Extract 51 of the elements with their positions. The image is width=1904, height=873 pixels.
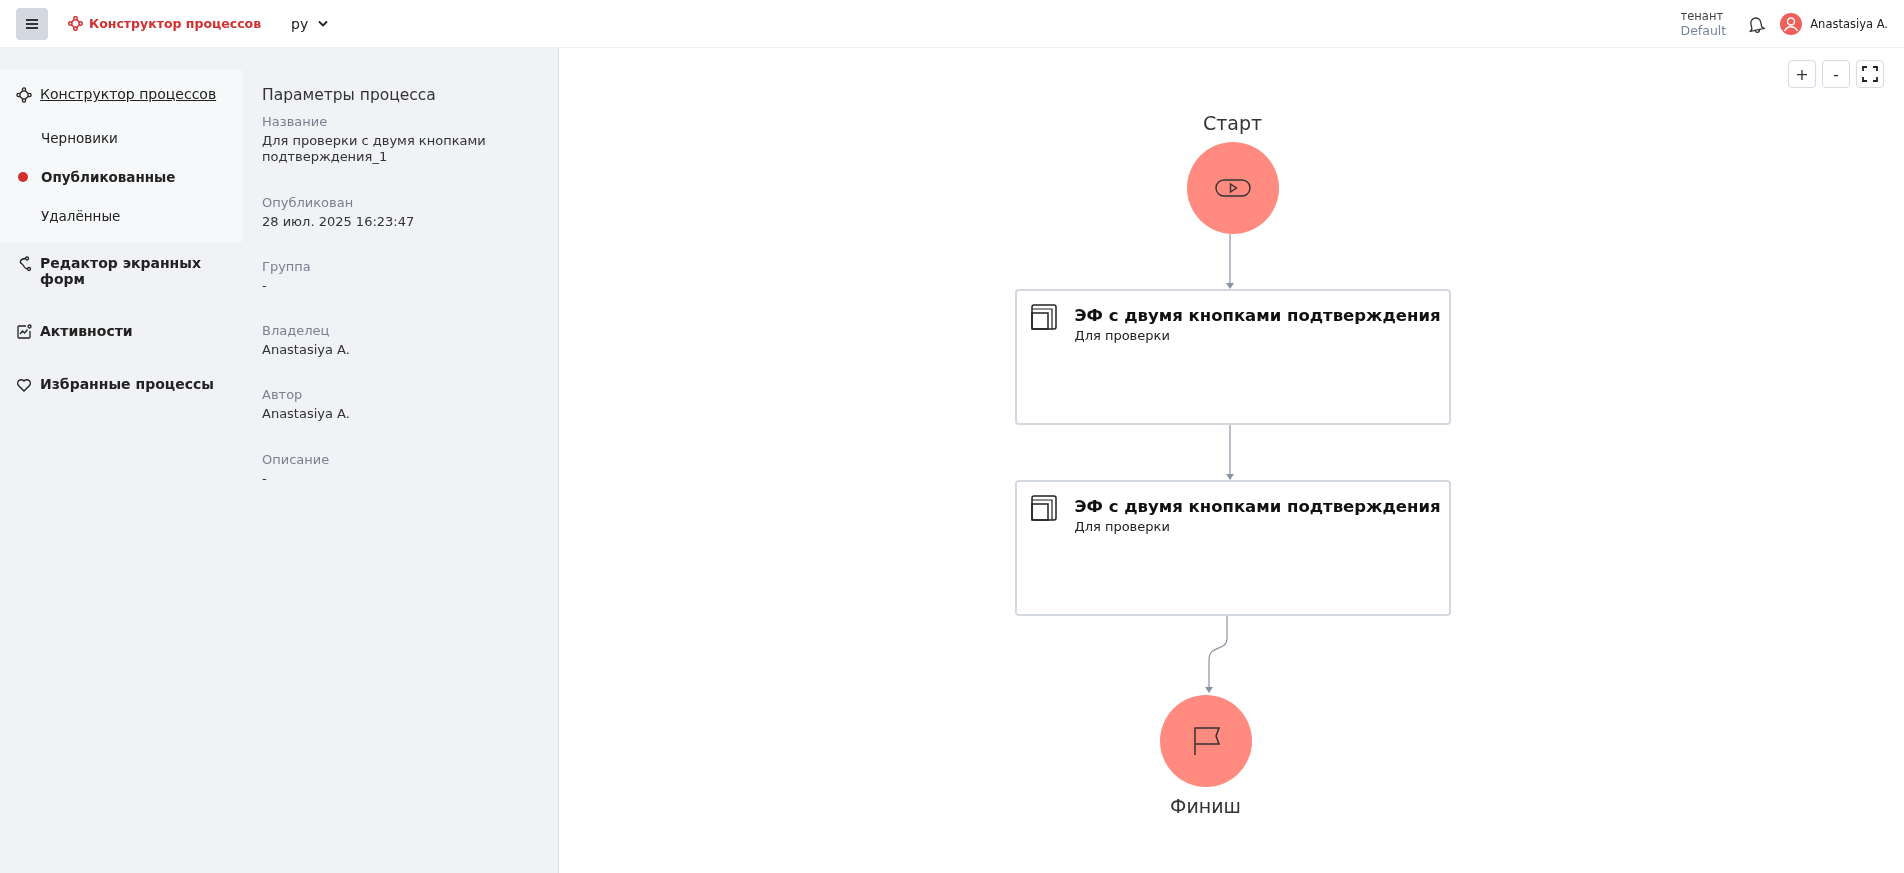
- task-subtitle: Для проверки: [1074, 519, 1171, 534]
- sidebar-item[interactable]: Конструктор процессов: [0, 70, 242, 119]
- zoom-in-button[interactable]: +: [1788, 60, 1816, 88]
- field-value: Anastasiya A.: [262, 342, 351, 359]
- fullscreen-button[interactable]: [1856, 60, 1884, 88]
- sidebar-subitem[interactable]: Черновики: [0, 119, 242, 158]
- field-label: Опубликован: [262, 194, 355, 210]
- tenant-value: Default: [1680, 23, 1727, 38]
- connector-arrow: [1223, 425, 1236, 480]
- app-title-link[interactable]: Конструктор процессов: [68, 16, 262, 31]
- task-subtitle: Для проверки: [1074, 328, 1171, 343]
- sidebar-item[interactable]: Редактор экранных форм: [0, 244, 242, 298]
- activity-icon: [16, 324, 32, 340]
- tenant-label: тенант: [1680, 9, 1725, 23]
- play-icon: [1214, 178, 1251, 198]
- task-card[interactable]: ЭФ с двумя кнопками подтверждения Для проверки: [1014, 289, 1451, 425]
- sidebar-subitem[interactable]: Опубликованные: [0, 158, 242, 197]
- process-icon: [16, 87, 32, 103]
- field-value: Для проверки с двумя кнопками подтверждения_1: [262, 133, 487, 166]
- field-value: 28 июл. 2025 16:23:47: [262, 213, 416, 230]
- user-name[interactable]: Anastasiya A.: [1810, 16, 1888, 31]
- sidebar-item[interactable]: Активности: [0, 312, 242, 351]
- task-title: ЭФ с двумя кнопками подтверждения: [1074, 306, 1441, 325]
- field-value: -: [262, 277, 268, 294]
- field-label: Группа: [262, 258, 312, 274]
- field-value: Anastasiya A.: [262, 406, 351, 423]
- field-label: Название: [262, 114, 329, 129]
- field-value: -: [262, 470, 268, 487]
- node-label: Старт: [1202, 112, 1263, 134]
- details-title: Параметры процесса: [262, 86, 437, 104]
- active-dot: [18, 172, 28, 182]
- process-icon: [68, 16, 83, 31]
- zoom-out-button[interactable]: -: [1822, 60, 1850, 88]
- field-label: Описание: [262, 451, 331, 467]
- language-dropdown[interactable]: ру: [291, 15, 329, 32]
- connector-arrow: [1223, 234, 1236, 289]
- menu-button[interactable]: [16, 7, 48, 40]
- avatar-icon[interactable]: [1780, 12, 1803, 35]
- field-label: Автор: [262, 387, 304, 403]
- fullscreen-icon: [1862, 66, 1878, 82]
- sidebar-subitem[interactable]: Удалённые: [0, 197, 242, 236]
- screen-form-icon: [1030, 304, 1057, 330]
- task-card[interactable]: ЭФ с двумя кнопками подтверждения Для проверки: [1014, 480, 1451, 616]
- node-label: Финиш: [1170, 795, 1241, 817]
- field-label: Владелец: [262, 323, 331, 338]
- task-title: ЭФ с двумя кнопками подтверждения: [1074, 497, 1441, 516]
- chevron-down-icon: [318, 20, 329, 27]
- sidebar-item[interactable]: Избранные процессы: [0, 365, 242, 404]
- menu-icon: [26, 18, 38, 29]
- screen-form-icon: [1030, 495, 1057, 521]
- heart-icon: [16, 377, 32, 393]
